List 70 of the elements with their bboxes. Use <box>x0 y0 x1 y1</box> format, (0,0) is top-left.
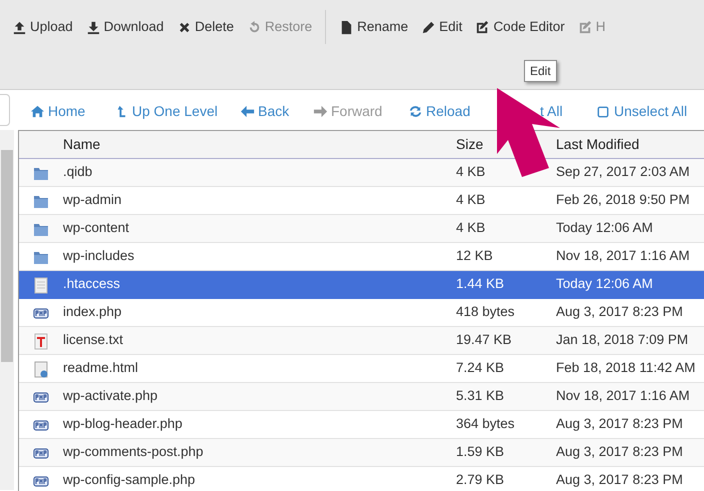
checkbox-icon <box>596 104 611 119</box>
nav-button[interactable]: Home <box>30 101 86 122</box>
file-row[interactable]: wp-comments-post.php 1.59 KB Aug 3, 2017 8:23 PM <box>19 439 704 467</box>
modified-date: Nov 18, 2017 1:16 AM <box>556 388 690 404</box>
file-size: 7.24 KB <box>456 360 504 376</box>
modified-date: Aug 3, 2017 8:23 PM <box>556 304 683 320</box>
tooltip: Edit <box>524 60 557 82</box>
text-file-icon <box>32 332 50 350</box>
file-row[interactable]: .qidb 4 KB Sep 27, 2017 2:03 AM <box>19 159 704 187</box>
file-row[interactable]: .htaccess 1.44 KB Today 12:06 AM <box>19 271 704 299</box>
right-arrow-icon <box>313 104 328 119</box>
toolbar-button[interactable]: Code Editor <box>475 16 565 38</box>
modified-date: Aug 3, 2017 8:23 PM <box>556 416 683 432</box>
file-name: wp-comments-post.php <box>63 443 204 462</box>
file-name: wp-includes <box>63 247 134 266</box>
toolbar-button[interactable]: Delete <box>176 16 234 38</box>
column-header[interactable]: Size <box>456 136 484 152</box>
file-size: 2.79 KB <box>456 472 504 488</box>
nav-button[interactable]: Back <box>240 101 290 122</box>
file-size: 5.31 KB <box>456 388 504 404</box>
file-row[interactable]: wp-activate.php 5.31 KB Nov 18, 2017 1:16 AM <box>19 383 704 411</box>
pencil-icon <box>421 20 436 34</box>
modified-date: Sep 27, 2017 2:03 AM <box>556 164 690 180</box>
modified-date: Today 12:06 AM <box>556 220 653 236</box>
file-size: 1.59 KB <box>456 444 504 460</box>
modified-date: Aug 3, 2017 8:23 PM <box>556 472 683 488</box>
column-header[interactable]: Last Modified <box>556 136 640 152</box>
web-file-icon <box>32 360 50 378</box>
upload-icon <box>12 20 27 34</box>
reload-icon <box>408 104 423 119</box>
left-arrow-icon <box>240 104 255 119</box>
modified-date: Nov 18, 2017 1:16 AM <box>556 248 690 264</box>
file-name: wp-activate.php <box>63 387 158 406</box>
file-name: index.php <box>63 303 122 322</box>
nav-button[interactable]: Reload <box>408 101 470 122</box>
toolbar-button[interactable]: Upload <box>12 16 73 38</box>
file-name: license.txt <box>63 331 124 350</box>
file-name: .htaccess <box>63 275 120 294</box>
file-size: 4 KB <box>456 192 486 208</box>
file-size: 364 bytes <box>456 416 515 432</box>
modified-date: Feb 18, 2018 11:42 AM <box>556 360 696 376</box>
nav-button[interactable]: t All <box>540 101 563 122</box>
modified-date: Jan 18, 2018 7:09 PM <box>556 332 688 348</box>
home-icon <box>30 104 45 119</box>
file-name: wp-config-sample.php <box>63 471 196 490</box>
scrollbar[interactable] <box>0 130 14 490</box>
file-name: readme.html <box>63 359 138 378</box>
modified-date: Aug 3, 2017 8:23 PM <box>556 444 683 460</box>
modified-date: Today 12:06 AM <box>556 276 653 292</box>
file-size: 1.44 KB <box>456 276 504 292</box>
column-header[interactable]: Name <box>63 136 100 152</box>
file-name: .qidb <box>63 163 92 182</box>
file-name: wp-admin <box>63 191 122 210</box>
toolbar-button[interactable]: Rename <box>339 16 408 38</box>
document-icon <box>32 276 50 294</box>
file-row[interactable]: wp-content 4 KB Today 12:06 AM <box>19 215 704 243</box>
file-size: 12 KB <box>456 248 493 264</box>
file-size: 418 bytes <box>456 304 515 320</box>
file-name: wp-content <box>63 219 130 238</box>
file-size: 4 KB <box>456 220 486 236</box>
toolbar-button[interactable]: Edit <box>421 16 462 38</box>
modified-date: Feb 26, 2018 9:50 PM <box>556 192 690 208</box>
toolbar-button[interactable]: Download <box>86 16 164 38</box>
nav-button[interactable]: Up One Level <box>114 101 218 122</box>
file-name: wp-blog-header.php <box>63 415 182 434</box>
file-size: 4 KB <box>456 164 486 180</box>
file-row[interactable]: license.txt 19.47 KB Jan 18, 2018 7:09 PM <box>19 327 704 355</box>
download-icon <box>86 20 101 34</box>
file-size: 19.47 KB <box>456 332 512 348</box>
nav-button[interactable]: Unselect All <box>596 101 688 122</box>
